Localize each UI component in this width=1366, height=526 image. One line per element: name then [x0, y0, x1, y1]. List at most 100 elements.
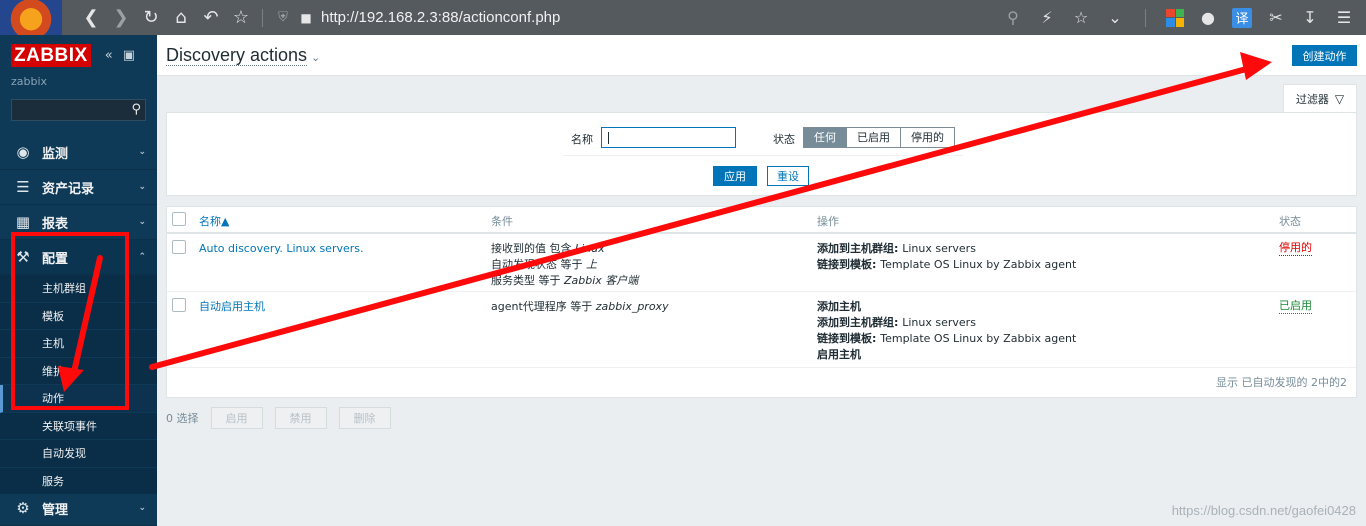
menu-monitoring[interactable]: ◉ 监测 ⌄: [0, 135, 157, 170]
browser-logo-icon: [0, 0, 62, 35]
operation-key: 链接到模板:: [817, 258, 881, 271]
condition-key: 接收到的值 包含: [491, 242, 575, 255]
column-name[interactable]: 名称▲: [199, 213, 229, 229]
operations-cell: 添加主机 添加到主机群组: Linux servers 链接到模板: Templ…: [817, 299, 1076, 363]
menu-label: 监测: [42, 146, 69, 162]
menu-label: 管理: [42, 502, 69, 518]
menu-inventory[interactable]: ☰ 资产记录 ⌄: [0, 170, 157, 205]
watermark: https://blog.csdn.net/gaofei0428: [1171, 503, 1356, 518]
scissors-icon[interactable]: ✂: [1266, 8, 1286, 27]
page-title-text: Discovery actions: [166, 45, 308, 66]
menu-icon[interactable]: ☰: [1334, 8, 1354, 27]
search-icon[interactable]: ⚲: [1003, 8, 1023, 27]
bulk-delete-button[interactable]: 删除: [338, 407, 391, 429]
operation-key: 链接到模板:: [817, 332, 881, 345]
star-icon[interactable]: ☆: [226, 3, 256, 33]
bookmark-star-icon[interactable]: ☆: [1071, 8, 1091, 27]
action-name-link[interactable]: Auto discovery. Linux servers.: [199, 241, 364, 257]
forward-icon[interactable]: ❯: [106, 3, 136, 33]
address-bar[interactable]: ⛨ ■ http://192.168.2.3:88/actionconf.php: [275, 3, 560, 33]
select-all-checkbox[interactable]: [172, 212, 186, 226]
eye-icon: ◉: [16, 143, 30, 161]
filter-divider: [563, 155, 963, 156]
condition-key: 自动发现状态 等于: [491, 258, 586, 271]
filter-tab-label: 过滤器: [1295, 92, 1329, 106]
status-toggle[interactable]: 已启用: [1279, 299, 1312, 314]
status-toggle[interactable]: 停用的: [1279, 241, 1312, 256]
column-status: 状态: [1279, 215, 1301, 228]
page-title[interactable]: Discovery actions ⌄: [166, 45, 320, 66]
operation-value: Linux servers: [902, 316, 976, 329]
chevron-down-icon[interactable]: ⌄: [1105, 8, 1125, 27]
operation-key: 添加主机: [817, 300, 861, 313]
search-input[interactable]: [12, 100, 145, 120]
chevron-down-icon: ⌄: [138, 217, 146, 227]
reset-button[interactable]: 重设: [767, 166, 809, 186]
url-text[interactable]: http://192.168.2.3:88/actionconf.php: [321, 9, 560, 26]
filter-icon: ▽: [1334, 91, 1345, 106]
insecure-lock-icon: ■: [300, 10, 312, 25]
text-cursor: [608, 132, 609, 144]
status-option-any[interactable]: 任何: [804, 128, 847, 147]
home-icon[interactable]: ⌂: [166, 3, 196, 33]
list-icon: ☰: [16, 178, 30, 196]
chevron-down-icon: ⌄: [311, 52, 321, 64]
operation-key: 添加到主机群组:: [817, 242, 903, 255]
sidebar-item-discovery[interactable]: 自动发现: [0, 440, 157, 468]
globe-icon[interactable]: ●: [1198, 8, 1218, 27]
browser-toolbar: ❮ ❯ ↻ ⌂ ↶ ☆ ⛨ ■ http://192.168.2.3:88/ac…: [0, 0, 1366, 35]
kiosk-icon[interactable]: ▣: [123, 48, 135, 63]
operation-value: Template OS Linux by Zabbix agent: [880, 332, 1077, 345]
filter-tab[interactable]: 过滤器 ▽: [1283, 84, 1357, 112]
gear-icon: ⚙: [16, 499, 30, 517]
table-row: Auto discovery. Linux servers. 接收到的值 包含 …: [167, 234, 1356, 292]
operation-value: Template OS Linux by Zabbix agent: [880, 258, 1077, 271]
actions-table: 名称▲ 条件 操作 状态 Auto discovery. Linux serve…: [166, 206, 1357, 398]
filter-name-input[interactable]: [601, 127, 736, 148]
create-action-button[interactable]: 创建动作: [1292, 45, 1357, 66]
search-icon[interactable]: ⚲: [131, 102, 141, 117]
filter-panel: 名称 状态 任何 已启用 停用的 应用 重设: [166, 112, 1357, 196]
menu-label: 报表: [42, 216, 69, 232]
column-operations: 操作: [817, 215, 839, 228]
action-name-link[interactable]: 自动启用主机: [199, 299, 265, 315]
sidebar-item-event-correlation[interactable]: 关联项事件: [0, 413, 157, 440]
chart-icon: ▦: [15, 213, 31, 231]
menu-label: 资产记录: [42, 181, 95, 197]
chevron-down-icon: ⌄: [138, 503, 146, 513]
browser-extensions: ⚲ ⚡ ☆ ⌄ ● 译 ✂ ↧ ☰: [1003, 0, 1366, 35]
page-header: Discovery actions ⌄ 创建动作: [157, 35, 1366, 76]
reload-icon[interactable]: ↻: [136, 3, 166, 33]
apply-button[interactable]: 应用: [713, 166, 757, 186]
download-icon[interactable]: ↧: [1300, 8, 1320, 27]
bulk-actions: 0 选择 启用 禁用 删除: [166, 407, 391, 429]
sidebar-tools: « ▣: [105, 48, 135, 63]
apps-grid-icon[interactable]: [1166, 8, 1184, 27]
chevron-down-icon: ⌄: [138, 182, 146, 192]
operations-cell: 添加到主机群组: Linux servers 链接到模板: Template O…: [817, 241, 1076, 273]
row-checkbox[interactable]: [172, 240, 186, 254]
zabbix-logo[interactable]: ZABBIX: [11, 43, 91, 67]
chevron-up-icon: ⌃: [138, 252, 146, 262]
sidebar-search[interactable]: ⚲: [11, 99, 146, 121]
condition-value: 上: [586, 258, 597, 271]
status-option-disabled[interactable]: 停用的: [901, 128, 954, 147]
status-segmented-control: 任何 已启用 停用的: [803, 127, 955, 148]
lightning-icon[interactable]: ⚡: [1037, 8, 1057, 27]
operation-key: 启用主机: [817, 348, 861, 361]
conditions-cell: 接收到的值 包含 Linux 自动发现状态 等于 上 服务类型 等于 Zabbi…: [491, 241, 638, 289]
column-conditions: 条件: [491, 215, 513, 228]
bulk-disable-button[interactable]: 禁用: [274, 407, 327, 429]
conditions-cell: agent代理程序 等于 zabbix_proxy: [491, 299, 669, 315]
collapse-icon[interactable]: «: [105, 48, 113, 63]
bulk-enable-button[interactable]: 启用: [210, 407, 263, 429]
undo-icon[interactable]: ↶: [196, 3, 226, 33]
translate-icon[interactable]: 译: [1232, 7, 1252, 28]
back-icon[interactable]: ❮: [76, 3, 106, 33]
logo-row: ZABBIX « ▣: [0, 35, 157, 75]
row-checkbox[interactable]: [172, 298, 186, 312]
condition-key: agent代理程序 等于: [491, 300, 596, 313]
menu-administration[interactable]: ⚙ 管理 ⌄: [0, 491, 157, 526]
status-option-enabled[interactable]: 已启用: [847, 128, 901, 147]
condition-value: zabbix_proxy: [595, 300, 669, 313]
